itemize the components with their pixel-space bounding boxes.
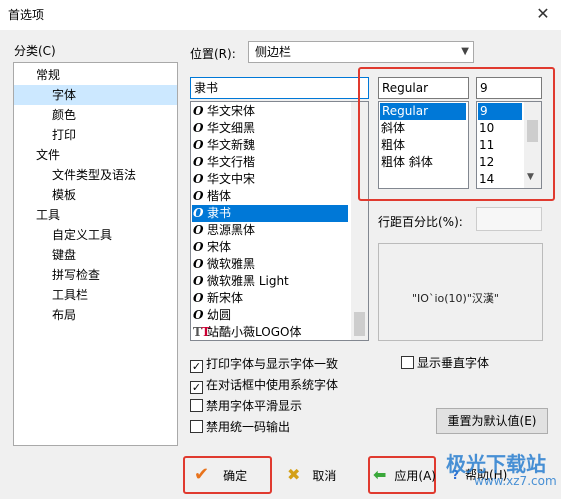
opentype-icon: O [193, 104, 204, 118]
font-list-item[interactable]: O 幼圆 [193, 307, 349, 324]
disable-unicode-checkbox[interactable]: 禁用统一码输出 [190, 418, 290, 436]
tree-item[interactable]: 模板 [14, 185, 177, 205]
font-list-item[interactable]: O 微软雅黑 Light [193, 273, 349, 290]
font-list-item[interactable]: TT站酷小薇LOGO体 [193, 324, 349, 340]
font-list-item[interactable]: O 华文中宋 [193, 171, 349, 188]
font-list-item[interactable]: O 华文宋体 [193, 103, 349, 120]
checkbox-icon: ✓ [190, 360, 203, 373]
position-value: 侧边栏 [255, 45, 292, 59]
font-list-item[interactable]: O 思源黑体 [193, 222, 349, 239]
font-list-item-label: 幼圆 [207, 308, 232, 322]
font-list-item[interactable]: O 华文行楷 [193, 154, 349, 171]
opentype-icon: O [193, 291, 204, 305]
font-list-item[interactable]: O 宋体 [193, 239, 349, 256]
font-list-item[interactable]: O 微软雅黑 [193, 256, 349, 273]
tree-item[interactable]: 拼写检查 [14, 265, 177, 285]
highlight-frame-style-size [358, 67, 555, 201]
opentype-icon: O [193, 257, 204, 271]
close-icon[interactable]: ✕ [530, 2, 556, 26]
font-list-item[interactable]: O 华文新魏 [193, 137, 349, 154]
opentype-icon: O [193, 274, 204, 288]
disable-smoothing-checkbox[interactable]: 禁用字体平滑显示 [190, 397, 302, 415]
font-name-value: 隶书 [194, 81, 219, 95]
use-system-font-checkbox[interactable]: ✓ 在对话框中使用系统字体 [190, 376, 338, 394]
opentype-icon: O [193, 308, 204, 322]
font-name-input[interactable]: 隶书 [190, 77, 369, 99]
tree-item[interactable]: 颜色 [14, 105, 177, 125]
category-label: 分类(C) [14, 44, 56, 58]
ok-button[interactable]: ✔ 确定 [190, 460, 268, 490]
line-spacing-label: 行距百分比(%): [378, 215, 463, 229]
tree-item[interactable]: 工具 [14, 205, 177, 225]
checkbox-icon: ✓ [190, 381, 203, 394]
font-list-item-label: 华文新魏 [207, 138, 256, 152]
category-tree[interactable]: 常规 字体 颜色 打印 文件 文件类型及语法 模板 工具 自定义工具 键盘 拼写检查 工具栏 布局 [13, 62, 178, 446]
tree-item[interactable]: 文件 [14, 145, 177, 165]
watermark-title: 极光下载站 [446, 452, 546, 476]
watermark-url: www.xz7.com [474, 474, 557, 488]
position-select[interactable]: 侧边栏 ▼ [248, 41, 474, 63]
opentype-icon: O [193, 240, 204, 254]
font-list-item-label: 华文细黑 [207, 121, 256, 135]
font-list-item-label: 宋体 [207, 240, 232, 254]
font-list-item-label: 华文宋体 [207, 104, 256, 118]
cancel-x-icon: ✖ [287, 465, 301, 484]
tree-item[interactable]: 文件类型及语法 [14, 165, 177, 185]
line-spacing-input[interactable] [476, 207, 542, 231]
position-label: 位置(R): [190, 47, 236, 61]
chevron-down-icon: ▼ [461, 46, 469, 57]
reset-default-button[interactable]: 重置为默认值(E) [436, 408, 548, 434]
opentype-icon: O [193, 155, 204, 169]
vertical-font-checkbox[interactable]: 显示垂直字体 [401, 354, 489, 372]
cancel-button[interactable]: ✖ 取消 [287, 460, 357, 490]
font-list-item[interactable]: O 华文细黑 [193, 120, 349, 137]
font-list-item[interactable]: O 楷体 [193, 188, 349, 205]
checkmark-icon: ✔ [194, 464, 210, 485]
font-list-item-label: 华文行楷 [207, 155, 256, 169]
checkbox-icon [401, 356, 414, 369]
font-list-item-label: 楷体 [207, 189, 232, 203]
font-list-item-label: 华文中宋 [207, 172, 256, 186]
tree-item[interactable]: 自定义工具 [14, 225, 177, 245]
apply-button[interactable]: ⬅ 应用(A) [373, 460, 436, 490]
title-bar: 首选项 ✕ [0, 0, 561, 30]
font-list-item[interactable]: O 隶书 [192, 205, 348, 222]
font-list-scroll-thumb[interactable] [354, 312, 365, 336]
print-match-checkbox[interactable]: ✓ 打印字体与显示字体一致 [190, 355, 338, 373]
preview-text: "IO`io(10)"汉漢" [412, 292, 499, 305]
checkbox-icon [190, 420, 203, 433]
checkbox-icon [190, 399, 203, 412]
opentype-icon: O [193, 138, 204, 152]
arrow-left-icon: ⬅ [373, 465, 387, 484]
opentype-icon: O [193, 121, 204, 135]
tree-item[interactable]: 键盘 [14, 245, 177, 265]
font-list-item-label: 隶书 [207, 206, 232, 220]
tree-item[interactable]: 打印 [14, 125, 177, 145]
font-list-item-label: 思源黑体 [207, 223, 256, 237]
truetype-icon: TT [193, 325, 211, 339]
font-list-item-label: 微软雅黑 [207, 257, 256, 271]
opentype-icon: O [193, 206, 204, 220]
font-list-item-label: 新宋体 [207, 291, 244, 305]
tree-item[interactable]: 工具栏 [14, 285, 177, 305]
opentype-icon: O [193, 189, 204, 203]
tree-item[interactable]: 字体 [14, 85, 177, 105]
font-list-item[interactable]: O 新宋体 [193, 290, 349, 307]
tree-item[interactable]: 常规 [14, 65, 177, 85]
window-title: 首选项 [8, 8, 45, 22]
font-list-item-label: 站酷小薇LOGO体 [207, 325, 302, 339]
font-list[interactable]: TT站酷小薇LOGO体 O 幼圆 O 新宋体 O 微软雅黑 Light O 微软雅黑 O 宋体 O 思源… [190, 101, 369, 341]
opentype-icon: O [193, 172, 204, 186]
tree-item[interactable]: 布局 [14, 305, 177, 325]
font-list-item-label: 微软雅黑 Light [207, 274, 289, 288]
opentype-icon: O [193, 223, 204, 237]
